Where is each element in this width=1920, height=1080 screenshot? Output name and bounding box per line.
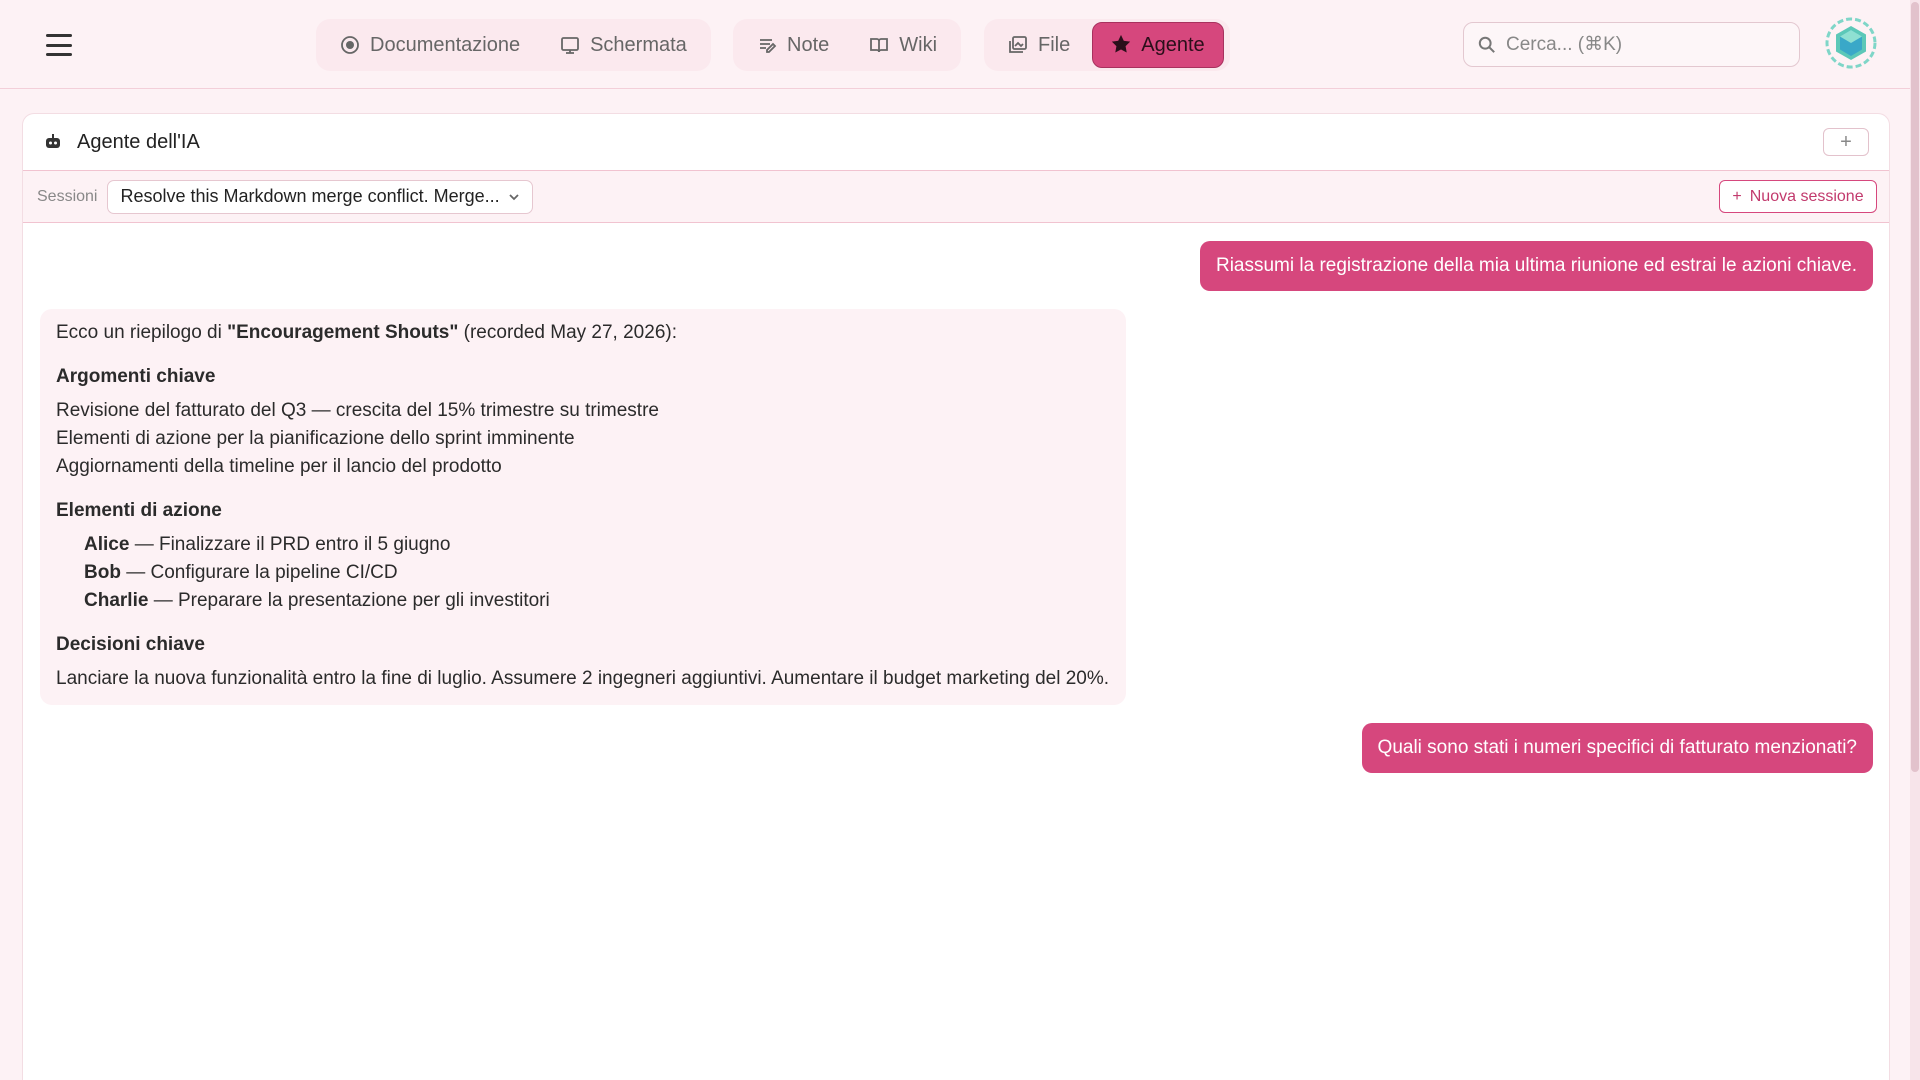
sessions-label: Sessioni (37, 187, 98, 205)
decisions-heading: Decisioni chiave (56, 634, 205, 655)
nav-group-tools: File Agente (984, 19, 1230, 71)
scrollbar-thumb[interactable] (1911, 2, 1919, 772)
tab-schermata[interactable]: Schermata (542, 22, 705, 68)
tab-label: Note (787, 33, 830, 56)
tab-label: Wiki (899, 33, 938, 56)
chevron-down-icon (509, 193, 520, 200)
tab-agente[interactable]: Agente (1092, 22, 1224, 68)
plus-icon: + (1732, 187, 1742, 205)
action-owner: Charlie (84, 590, 149, 611)
search-icon (1478, 36, 1495, 53)
agent-panel: Agente dell'IA + Sessioni Resolve this M… (22, 113, 1890, 1080)
session-dropdown[interactable]: Resolve this Markdown merge conflict. Me… (107, 179, 534, 214)
top-bar: Documentazione Schermata Note Wiki File … (0, 0, 1910, 89)
panel-header: Agente dell'IA + (23, 114, 1889, 171)
search-input[interactable] (1506, 33, 1785, 56)
topic-item: Revisione del fatturato del Q3 — crescit… (56, 400, 659, 421)
book-icon (870, 38, 889, 53)
action-owner: Bob (84, 562, 121, 583)
topics-heading: Argomenti chiave (56, 366, 216, 387)
nav-group-capture: Documentazione Schermata (316, 19, 711, 71)
add-button[interactable]: + (1823, 128, 1869, 156)
app-logo-avatar[interactable] (1824, 16, 1878, 70)
action-text: — Preparare la presentazione per gli inv… (148, 590, 550, 611)
new-session-button[interactable]: + Nuova sessione (1719, 180, 1877, 213)
action-item: Charlie — Preparare la presentazione per… (56, 587, 1110, 615)
tab-documentazione[interactable]: Documentazione (322, 22, 538, 68)
actions-heading: Elementi di azione (56, 500, 222, 521)
robot-icon (46, 134, 60, 148)
action-text: — Finalizzare il PRD entro il 5 giugno (129, 534, 451, 555)
files-icon (1009, 36, 1027, 53)
agent-intro: Ecco un riepilogo di "Encouragement Shou… (56, 319, 1110, 347)
tab-wiki[interactable]: Wiki (851, 22, 955, 68)
topic-item: Aggiornamenti della timeline per il lanc… (56, 456, 502, 477)
tab-file[interactable]: File (990, 22, 1088, 68)
action-item: Alice — Finalizzare il PRD entro il 5 gi… (56, 531, 1110, 559)
session-bar: Sessioni Resolve this Markdown merge con… (23, 171, 1889, 223)
record-icon (341, 36, 359, 54)
intro-suffix: (recorded May 27, 2026): (458, 322, 677, 343)
selected-session: Resolve this Markdown merge conflict. Me… (120, 186, 500, 206)
recording-title: "Encouragement Shouts" (227, 322, 459, 343)
notes-icon (760, 39, 777, 53)
action-text: — Configurare la pipeline CI/CD (120, 562, 398, 583)
decisions-text: Lanciare la nuova funzionalità entro la … (56, 668, 1110, 689)
tab-label: Documentazione (370, 33, 521, 56)
user-message: Riassumi la registrazione della mia ulti… (1199, 241, 1873, 291)
tab-label: Agente (1141, 33, 1205, 56)
panel-title: Agente dell'IA (77, 130, 200, 153)
page-scrollbar[interactable] (1910, 0, 1920, 1080)
topic-item: Elementi di azione per la pianificazione… (56, 428, 575, 449)
action-owner: Alice (84, 534, 130, 555)
tab-label: Schermata (590, 33, 687, 56)
tab-note[interactable]: Note (739, 22, 847, 68)
user-message: Quali sono stati i numeri specifici di f… (1361, 723, 1873, 773)
intro-prefix: Ecco un riepilogo di (56, 322, 228, 343)
agent-icon (1112, 35, 1131, 53)
tab-label: File (1038, 33, 1071, 56)
agent-message: Ecco un riepilogo di "Encouragement Shou… (40, 309, 1126, 705)
new-session-label: Nuova sessione (1749, 187, 1864, 205)
screen-icon (561, 37, 579, 54)
action-item: Bob — Configurare la pipeline CI/CD (56, 559, 1110, 587)
search-box[interactable] (1463, 22, 1800, 67)
hamburger-menu-icon[interactable] (40, 30, 78, 60)
nav-group-knowledge: Note Wiki (733, 19, 962, 71)
